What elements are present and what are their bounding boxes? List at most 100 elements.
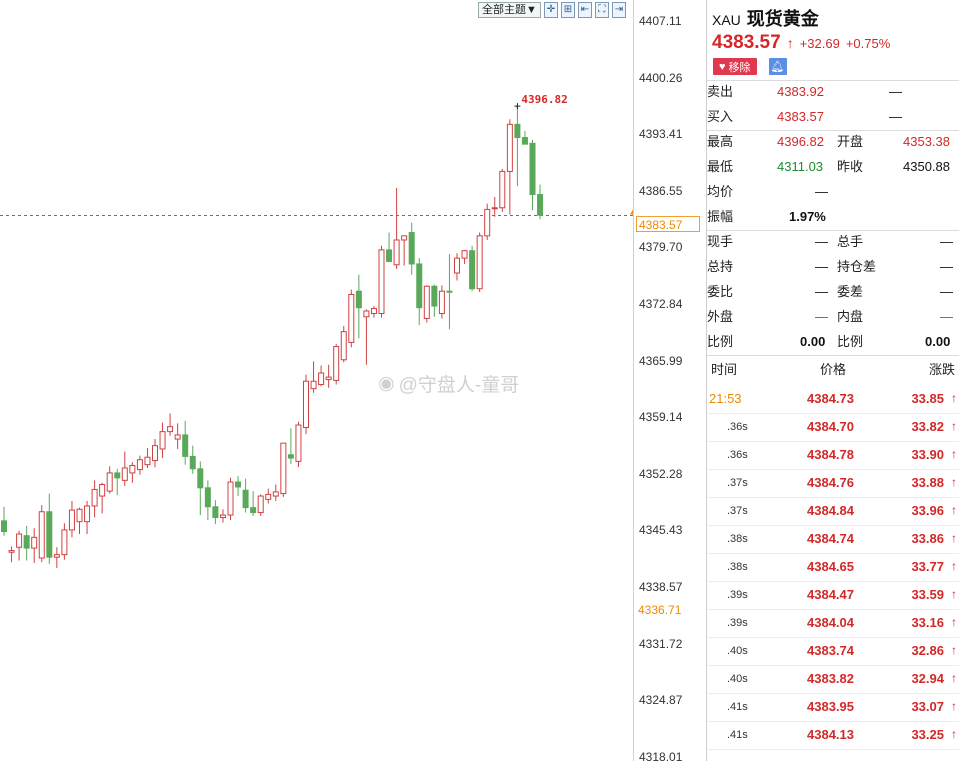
watermark-text: @守盘人-童哥: [398, 375, 520, 396]
candle[interactable]: [61, 523, 68, 560]
quote-summary: 4383.57 ↑ +32.69 +0.75%: [712, 32, 890, 54]
fullscreen-icon[interactable]: ⛶: [594, 2, 609, 18]
candle[interactable]: [189, 445, 196, 474]
candle[interactable]: [68, 501, 75, 538]
candle[interactable]: [348, 289, 355, 348]
candle[interactable]: [363, 309, 370, 365]
candle[interactable]: [242, 478, 249, 513]
alert-bell-button[interactable]: 🔔︎: [768, 58, 787, 75]
candle[interactable]: [84, 501, 91, 535]
candle[interactable]: [521, 130, 528, 145]
candle[interactable]: [340, 325, 347, 363]
candle[interactable]: [446, 254, 453, 330]
candle[interactable]: [38, 505, 45, 563]
candle[interactable]: [129, 462, 136, 483]
candle[interactable]: [106, 466, 113, 494]
candle[interactable]: [219, 509, 226, 523]
candle[interactable]: [438, 285, 445, 319]
candle[interactable]: [378, 245, 385, 318]
candle[interactable]: [401, 235, 408, 266]
now-hand-value: —: [815, 234, 828, 249]
candle[interactable]: [431, 284, 438, 317]
candle[interactable]: [280, 442, 287, 497]
candle[interactable]: [333, 344, 340, 385]
candle[interactable]: [287, 428, 294, 464]
candle[interactable]: [265, 488, 272, 504]
candle[interactable]: [46, 493, 53, 564]
candle[interactable]: [1, 506, 7, 536]
candle[interactable]: [355, 274, 362, 339]
candle-body: [204, 487, 211, 508]
candle[interactable]: [514, 106, 521, 187]
candle-body: [401, 235, 408, 241]
candle[interactable]: [16, 530, 23, 561]
candle[interactable]: [272, 484, 279, 502]
candle-body: [333, 346, 340, 381]
jump-start-icon[interactable]: ⇤: [577, 2, 592, 18]
candle[interactable]: [76, 507, 83, 535]
candle[interactable]: [491, 197, 498, 217]
candle[interactable]: [295, 421, 302, 468]
candle[interactable]: [370, 306, 377, 318]
candle[interactable]: [423, 285, 430, 323]
arrow-up-icon: ↑: [951, 419, 957, 433]
divider: [707, 80, 959, 81]
candle[interactable]: [303, 374, 309, 435]
candle[interactable]: [182, 420, 189, 465]
candle[interactable]: [386, 232, 393, 262]
candle[interactable]: [136, 455, 143, 475]
candle[interactable]: [204, 480, 211, 521]
jump-end-icon[interactable]: ⇥: [611, 2, 626, 18]
candle[interactable]: [99, 482, 106, 514]
candle[interactable]: [310, 361, 317, 393]
candle[interactable]: [393, 187, 400, 269]
candle[interactable]: [325, 364, 332, 388]
candle[interactable]: [174, 423, 181, 449]
tick-row: .37s 4384.76 33.88 ↑: [707, 469, 959, 498]
candle-body: [38, 511, 45, 559]
remove-watchlist-button[interactable]: ♥ 移除: [713, 58, 757, 75]
candle[interactable]: [408, 222, 415, 275]
crosshair-icon[interactable]: ✛: [543, 2, 558, 18]
theme-select-button[interactable]: 全部主题▼: [478, 2, 541, 18]
candle[interactable]: [250, 491, 257, 516]
candle[interactable]: [152, 439, 158, 468]
candle[interactable]: [529, 140, 536, 211]
candle[interactable]: [197, 461, 204, 516]
candle[interactable]: [159, 422, 166, 459]
candle[interactable]: [257, 494, 264, 516]
candle[interactable]: [23, 525, 30, 561]
candle[interactable]: [167, 413, 174, 436]
candle-body: [121, 467, 128, 481]
candle[interactable]: [121, 451, 128, 487]
candle[interactable]: [31, 528, 38, 563]
candle[interactable]: [8, 546, 15, 563]
candle-body: [144, 456, 151, 466]
tick-price: 4384.74: [807, 531, 854, 546]
candlestick-chart-area[interactable]: 4396.82 全部主题▼ ✛ ⊞ ⇤ ⛶ ⇥ ◉ @守盘人-童哥: [0, 0, 633, 761]
sell-volume: —: [889, 84, 902, 99]
candle[interactable]: [454, 253, 460, 281]
candlestick-chart[interactable]: 4396.82: [0, 0, 633, 761]
candle[interactable]: [144, 448, 151, 468]
candle[interactable]: [461, 249, 468, 264]
zoom-in-icon[interactable]: ⊞: [560, 2, 575, 18]
candle[interactable]: [114, 468, 121, 496]
candle[interactable]: [227, 477, 234, 521]
now-hand-label: 现手: [707, 234, 734, 249]
candle[interactable]: [537, 184, 544, 220]
candle[interactable]: [235, 476, 242, 497]
tick-time: .41s: [727, 701, 748, 713]
candle[interactable]: [484, 203, 491, 240]
candle[interactable]: [416, 258, 423, 326]
candle[interactable]: [318, 365, 325, 387]
candle[interactable]: [53, 547, 60, 568]
candle[interactable]: [469, 245, 476, 292]
candle[interactable]: [476, 232, 483, 293]
candle[interactable]: [91, 480, 98, 518]
tick-change: 33.96: [911, 503, 944, 518]
candle[interactable]: [212, 500, 219, 525]
candle[interactable]: [506, 119, 513, 215]
watermark: ◉ @守盘人-童哥: [378, 370, 519, 397]
candle[interactable]: [499, 168, 506, 212]
